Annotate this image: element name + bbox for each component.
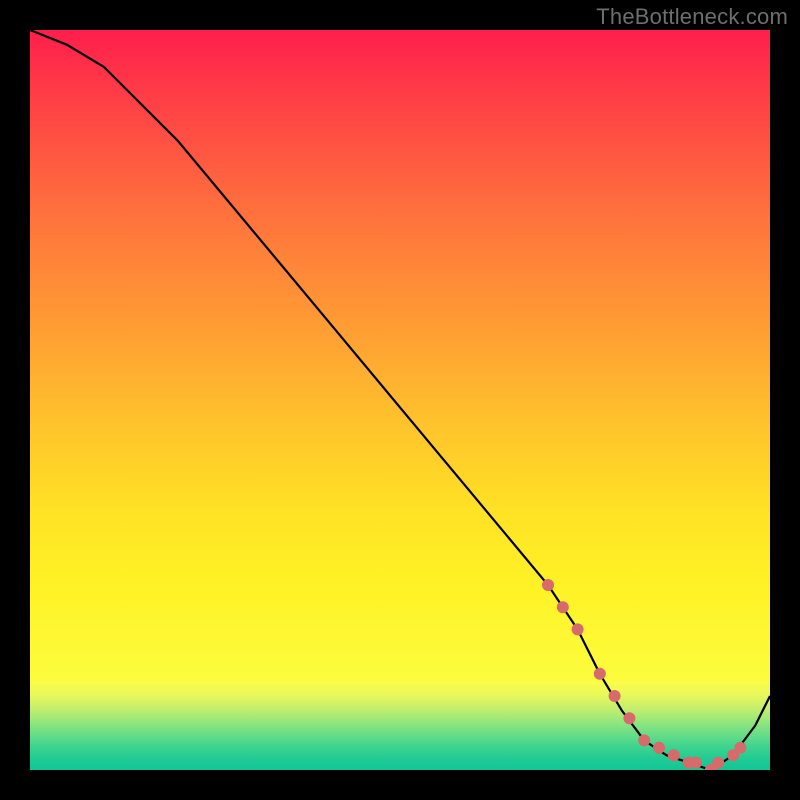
bottleneck-curve-path [30, 30, 770, 770]
highlight-dot [594, 668, 606, 680]
highlight-dot [653, 742, 665, 754]
watermark-text: TheBottleneck.com [596, 4, 788, 30]
highlight-dot [572, 623, 584, 635]
highlight-dot [609, 690, 621, 702]
highlight-dot [557, 601, 569, 613]
highlight-dots-group [542, 579, 746, 770]
plot-area [30, 30, 770, 770]
highlight-dot [668, 749, 680, 761]
chart-stage: TheBottleneck.com [0, 0, 800, 800]
highlight-dot [690, 757, 702, 769]
highlight-dot [638, 734, 650, 746]
highlight-dot [734, 742, 746, 754]
highlight-dot [623, 712, 635, 724]
highlight-dot [542, 579, 554, 591]
highlight-dot [712, 757, 724, 769]
curve-overlay [30, 30, 770, 770]
